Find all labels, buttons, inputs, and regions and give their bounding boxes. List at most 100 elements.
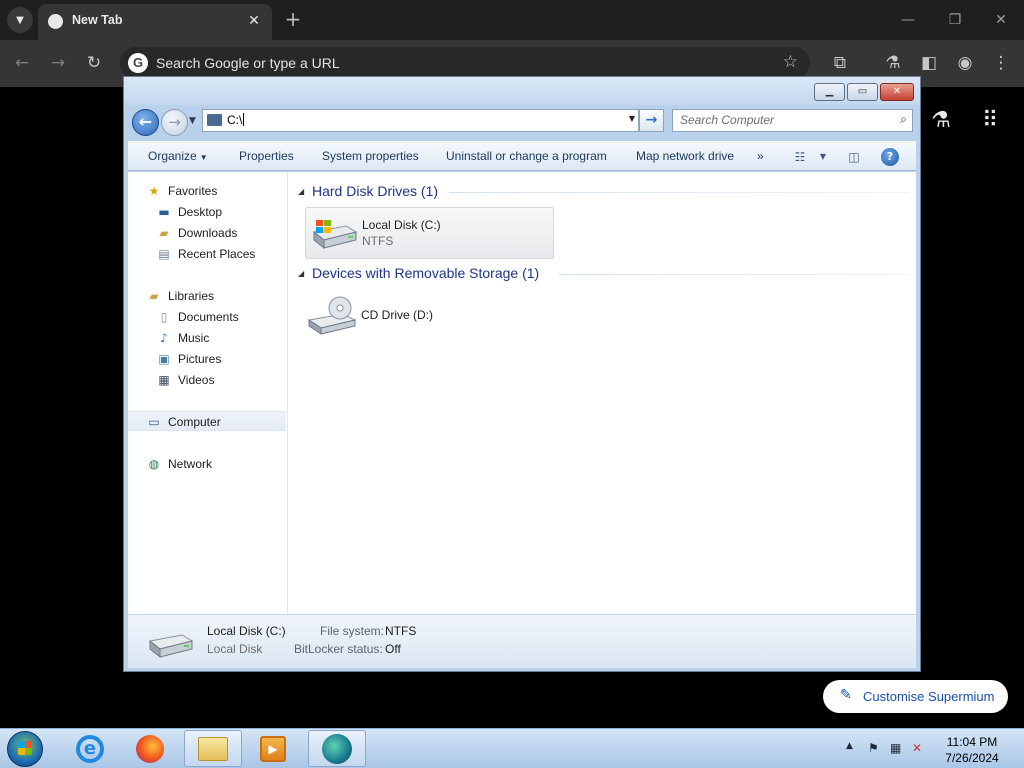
organize-dropdown-icon: ▼ xyxy=(199,153,208,162)
group-divider xyxy=(559,274,909,275)
network-tray-icon[interactable]: ▦ xyxy=(890,741,901,755)
action-center-flag-icon[interactable]: ⚑ xyxy=(868,741,879,755)
music-note-icon: ♪ xyxy=(160,331,168,345)
ntp-labs-flask-icon[interactable]: ⚗ xyxy=(928,108,954,134)
tab-close-icon[interactable]: ✕ xyxy=(244,11,264,31)
menu-kebab-icon[interactable]: ⋮ xyxy=(988,50,1014,76)
collapse-triangle-icon[interactable]: ◢ xyxy=(298,187,304,196)
search-input[interactable]: Search Computer ⌕ xyxy=(672,109,913,132)
explorer-titlebar[interactable]: ▁ ▭ ✕ xyxy=(124,77,920,105)
ntp-apps-grid-icon[interactable]: ⠿ xyxy=(977,108,1003,134)
nav-favorites[interactable]: ★ Favorites xyxy=(128,181,286,201)
drive-cd-d[interactable]: CD Drive (D:) xyxy=(305,290,554,342)
change-view-icon[interactable]: ☷ xyxy=(791,148,809,166)
cd-drive-icon xyxy=(307,296,357,335)
details-bitlocker-label: BitLocker status: xyxy=(294,642,383,656)
customise-label: Customise Supermium xyxy=(863,689,995,704)
labs-flask-icon[interactable]: ⚗ xyxy=(880,50,906,76)
view-options-dropdown-icon[interactable]: ▼ xyxy=(814,148,832,166)
nav-label: Videos xyxy=(178,373,215,387)
more-commands-button[interactable]: » xyxy=(757,149,764,163)
explorer-window: ▁ ▭ ✕ ← → ▼ C:\ ▼ → Search Computer ⌕ Or… xyxy=(123,76,921,672)
taskbar-clock[interactable]: 11:04 PM 7/26/2024 xyxy=(930,734,1014,766)
nav-network[interactable]: ◍ Network xyxy=(128,454,286,474)
clock-time: 11:04 PM xyxy=(946,735,998,749)
explorer-minimize-icon[interactable]: ▁ xyxy=(814,83,845,101)
new-tab-plus-icon[interactable]: + xyxy=(282,8,304,30)
taskbar-windows-explorer[interactable] xyxy=(184,730,242,767)
network-globe-icon: ◍ xyxy=(148,457,160,471)
explorer-forward-icon[interactable]: → xyxy=(161,109,188,136)
window-minimize-icon[interactable]: — xyxy=(893,8,923,32)
collapse-triangle-icon[interactable]: ◢ xyxy=(298,269,304,278)
details-item-name: Local Disk (C:) xyxy=(207,624,286,638)
windows-taskbar: e ▶ ▲ ⚑ ▦ ✕ 11:04 PM 7/26/2024 xyxy=(0,728,1024,768)
nav-music[interactable]: ♪ Music xyxy=(128,328,286,348)
nav-label: Network xyxy=(168,457,213,471)
videos-film-icon: ▦ xyxy=(158,373,170,387)
google-g-icon: G xyxy=(128,53,148,73)
nav-recent-places[interactable]: ▤ Recent Places xyxy=(128,244,286,264)
side-panel-icon[interactable]: ◧ xyxy=(916,50,942,76)
group-label: Devices with Removable Storage (1) xyxy=(312,265,540,281)
nav-documents[interactable]: ▯ Documents xyxy=(128,307,286,327)
internet-explorer-icon: e xyxy=(76,734,104,763)
nav-pictures[interactable]: ▣ Pictures xyxy=(128,349,286,369)
drive-name: CD Drive (D:) xyxy=(361,308,433,322)
nav-videos[interactable]: ▦ Videos xyxy=(128,370,286,390)
map-network-drive-button[interactable]: Map network drive xyxy=(636,149,734,163)
bookmark-star-icon[interactable]: ☆ xyxy=(783,52,798,72)
start-button-icon[interactable] xyxy=(7,731,43,767)
omnibox[interactable]: G Search Google or type a URL ☆ xyxy=(120,47,810,79)
nav-desktop[interactable]: ▬ Desktop xyxy=(128,202,286,222)
taskbar-supermium[interactable] xyxy=(308,730,366,767)
address-bar[interactable]: C:\ ▼ xyxy=(202,109,639,132)
search-icon[interactable]: ⌕ xyxy=(900,112,907,127)
address-dropdown-icon[interactable]: ▼ xyxy=(629,114,635,123)
files-pane: ◢ Hard Disk Drives (1) Local Disk (C:) N… xyxy=(289,172,916,614)
profile-avatar-icon[interactable]: ◉ xyxy=(952,50,978,76)
hard-disk-icon xyxy=(148,634,194,659)
back-arrow-icon[interactable]: ← xyxy=(9,50,35,76)
window-close-icon[interactable]: ✕ xyxy=(986,8,1016,32)
taskbar-firefox[interactable] xyxy=(121,730,179,767)
properties-button[interactable]: Properties xyxy=(239,149,294,163)
drive-filesystem: NTFS xyxy=(362,234,394,248)
computer-icon: ▭ xyxy=(148,415,160,429)
taskbar-media-player[interactable]: ▶ xyxy=(244,730,302,767)
taskbar-internet-explorer[interactable]: e xyxy=(61,730,119,767)
hard-disk-icon xyxy=(312,220,358,250)
nav-label: Downloads xyxy=(178,226,238,240)
nav-label: Favorites xyxy=(168,184,218,198)
nav-label: Pictures xyxy=(178,352,222,366)
recent-pages-dropdown-icon[interactable]: ▼ xyxy=(189,116,196,126)
explorer-back-icon[interactable]: ← xyxy=(132,109,159,136)
drive-local-disk-c[interactable]: Local Disk (C:) NTFS xyxy=(305,207,554,259)
system-properties-button[interactable]: System properties xyxy=(322,149,419,163)
extensions-puzzle-icon[interactable]: ⧉ xyxy=(827,50,853,76)
go-arrow-icon[interactable]: → xyxy=(639,109,664,132)
explorer-close-icon[interactable]: ✕ xyxy=(880,83,914,101)
nav-computer[interactable]: ▭ Computer xyxy=(128,411,286,431)
volume-muted-icon[interactable]: ✕ xyxy=(912,741,922,755)
favorites-star-icon: ★ xyxy=(148,184,160,198)
nav-downloads[interactable]: ▰ Downloads xyxy=(128,223,286,243)
window-restore-icon[interactable]: ❐ xyxy=(940,8,970,32)
pictures-icon: ▣ xyxy=(158,352,170,366)
clock-date: 7/26/2024 xyxy=(945,751,999,765)
tab-new-tab[interactable]: New Tab ✕ xyxy=(38,4,272,40)
forward-arrow-icon[interactable]: → xyxy=(45,50,71,76)
reload-icon[interactable]: ↻ xyxy=(81,50,107,76)
help-icon[interactable]: ? xyxy=(881,148,899,166)
tab-search-chevron-icon[interactable]: ▼ xyxy=(7,7,33,33)
details-item-type: Local Disk xyxy=(207,642,263,656)
customise-supermium-button[interactable]: ✎ Customise Supermium xyxy=(823,680,1008,713)
show-hidden-icons-icon[interactable]: ▲ xyxy=(846,741,853,751)
browser-tab-strip: ▼ New Tab ✕ + — ❐ ✕ xyxy=(0,0,1024,40)
nav-libraries[interactable]: ▰ Libraries xyxy=(128,286,286,306)
preview-pane-icon[interactable]: ◫ xyxy=(845,148,863,166)
explorer-maximize-icon[interactable]: ▭ xyxy=(847,83,878,101)
uninstall-program-button[interactable]: Uninstall or change a program xyxy=(446,149,607,163)
organize-button[interactable]: Organize ▼ xyxy=(148,149,208,163)
computer-icon xyxy=(207,114,222,126)
